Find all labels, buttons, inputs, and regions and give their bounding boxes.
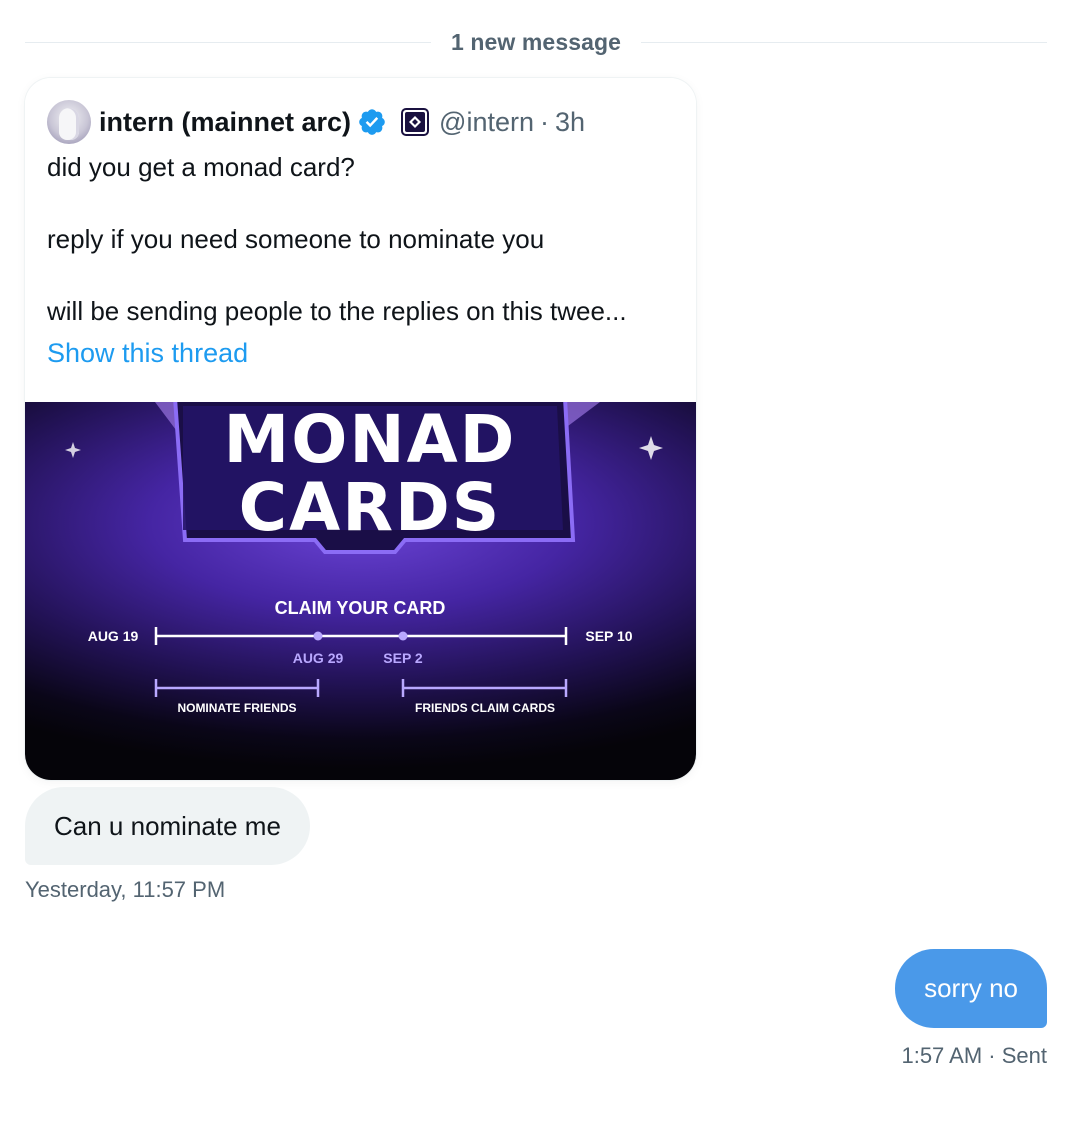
timeline-date-aug29: AUG 29 (293, 650, 344, 666)
new-message-divider: 1 new message (25, 26, 1047, 58)
logo-text-top: MONAD (224, 402, 517, 478)
tweet-media-image[interactable]: MONAD CARDS CLAIM YOUR CARD AUG 19 SEP 1… (25, 402, 696, 780)
divider-line-right (641, 41, 1047, 43)
timeline-marker-aug29 (313, 631, 323, 641)
tweet-text-line: did you get a monad card? (47, 152, 355, 182)
tweet-text-line: will be sending people to the replies on… (47, 296, 627, 326)
tweet-text-area: intern (mainnet arc) @intern · 3h did yo… (25, 78, 696, 402)
phase-label-nominate: NOMINATE FRIENDS (177, 701, 296, 715)
outgoing-message-timestamp: 1:57 AM · Sent (901, 1043, 1047, 1068)
outgoing-message-bubble[interactable]: sorry no (895, 949, 1047, 1028)
author-name[interactable]: intern (mainnet arc) (99, 107, 351, 138)
author-handle[interactable]: @intern (439, 107, 534, 138)
logo-text-bottom: CARDS (239, 469, 502, 546)
sparkle-icon (639, 436, 663, 460)
incoming-message-timestamp: Yesterday, 11:57 PM (25, 877, 226, 902)
monad-cards-graphic: MONAD CARDS CLAIM YOUR CARD AUG 19 SEP 1… (65, 402, 663, 715)
tweet-time[interactable]: 3h (555, 107, 585, 138)
tweet-text-line: reply if you need someone to nominate yo… (47, 224, 545, 254)
author-avatar[interactable] (47, 100, 91, 144)
timeline-start-date: AUG 19 (88, 628, 139, 644)
timeline-date-sep2: SEP 2 (383, 650, 423, 666)
verified-badge-icon (359, 109, 385, 135)
timeline-marker-sep2 (398, 631, 408, 641)
divider-line-left (25, 41, 431, 43)
affiliate-badge-icon (401, 108, 430, 136)
timeline-title: CLAIM YOUR CARD (275, 598, 446, 618)
quoted-tweet-card[interactable]: intern (mainnet arc) @intern · 3h did yo… (25, 78, 696, 780)
phase-label-claim: FRIENDS CLAIM CARDS (415, 701, 555, 715)
sparkle-icon (65, 442, 81, 458)
new-message-label: 1 new message (450, 28, 622, 55)
timeline-end-date: SEP 10 (585, 628, 632, 644)
tweet-header: intern (mainnet arc) @intern · 3h (47, 100, 585, 144)
header-separator: · (540, 106, 549, 137)
incoming-message-bubble[interactable]: Can u nominate me (25, 787, 310, 865)
show-thread-link[interactable]: Show this thread (47, 338, 248, 369)
